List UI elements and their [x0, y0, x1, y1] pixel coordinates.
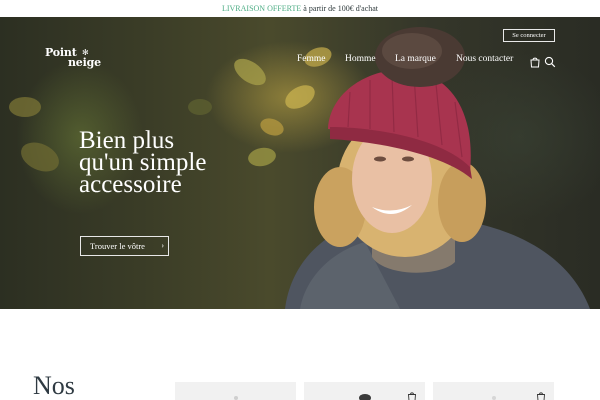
headline-line-3: accessoire — [79, 171, 182, 198]
product-card[interactable] — [304, 382, 425, 400]
announcement-text: à partir de 100€ d'achat — [301, 4, 379, 13]
pompom-image — [491, 396, 496, 400]
announcement-highlight: LIVRAISON OFFERTE — [221, 4, 302, 13]
nav-la-marque[interactable]: La marque — [395, 54, 436, 64]
product-card[interactable] — [433, 382, 554, 400]
logo-line-2: neige — [68, 56, 101, 69]
section-title: Nos — [33, 371, 75, 400]
chevron-right-icon: › — [161, 241, 164, 250]
announcement-bar: LIVRAISON OFFERTE à partir de 100€ d'ach… — [0, 0, 600, 17]
pompom-image — [358, 394, 371, 400]
pompom-image — [233, 396, 238, 400]
find-yours-button[interactable]: Trouver le vôtre › — [80, 236, 169, 256]
nav-nous-contacter[interactable]: Nous contacter — [456, 54, 513, 64]
bag-icon[interactable] — [407, 386, 417, 400]
login-button[interactable]: Se connecter — [503, 29, 555, 42]
cta-label: Trouver le vôtre — [90, 241, 145, 251]
nav-homme[interactable]: Homme — [345, 54, 376, 64]
hero-banner: Point ✻ neige Se connecter Femme Homme L… — [0, 17, 600, 309]
search-icon[interactable] — [544, 53, 556, 68]
product-card[interactable] — [175, 382, 296, 400]
brand-logo[interactable]: Point ✻ neige — [45, 47, 109, 74]
nav-femme[interactable]: Femme — [297, 54, 326, 64]
bag-icon[interactable] — [529, 53, 541, 68]
bag-icon[interactable] — [536, 386, 546, 400]
hero-headline: Bien plus qu'un simple accessoire — [79, 128, 279, 198]
